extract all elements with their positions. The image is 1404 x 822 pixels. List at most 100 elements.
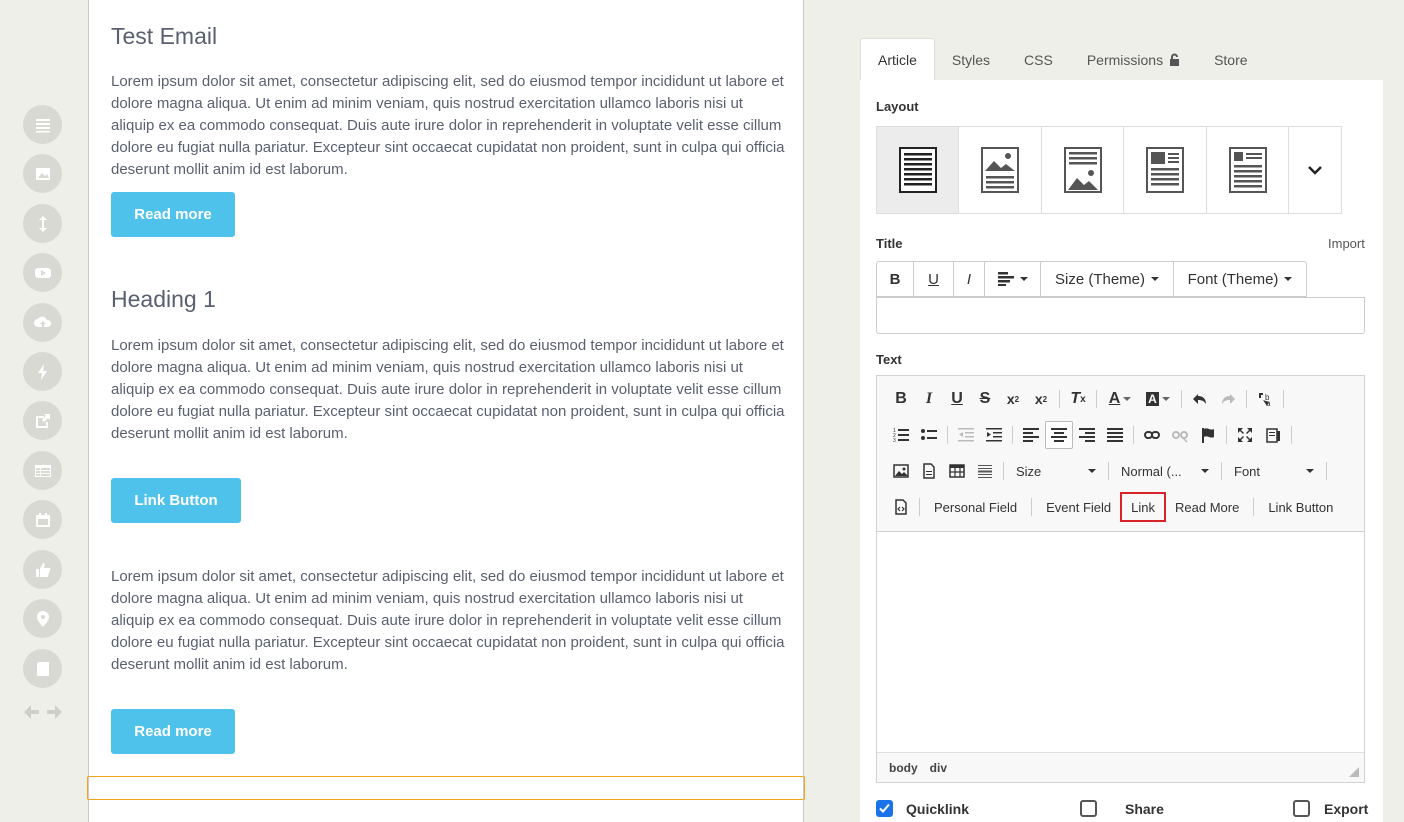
personal-field-button[interactable]: Personal Field xyxy=(924,493,1027,521)
toolbar-separator xyxy=(1031,498,1033,516)
unlink-icon[interactable] xyxy=(1166,421,1194,449)
calendar-icon[interactable] xyxy=(23,500,62,539)
import-link[interactable]: Import xyxy=(1328,236,1365,251)
source-code-icon[interactable] xyxy=(887,493,915,521)
bullet-list-icon[interactable] xyxy=(915,421,943,449)
event-field-button[interactable]: Event Field xyxy=(1036,493,1121,521)
image-icon[interactable] xyxy=(887,457,915,485)
anchor-flag-icon[interactable] xyxy=(1194,421,1222,449)
layout-image-right[interactable] xyxy=(1207,127,1290,213)
drop-zone[interactable] xyxy=(87,776,805,800)
align-right-icon[interactable] xyxy=(1073,421,1101,449)
tab-store[interactable]: Store xyxy=(1197,38,1264,81)
layout-image-left[interactable] xyxy=(1124,127,1207,213)
bold-button[interactable]: B xyxy=(877,262,914,296)
redo-icon[interactable] xyxy=(1214,385,1242,413)
size-dropdown[interactable]: Size (Theme) xyxy=(1041,262,1174,296)
size-combo[interactable]: Size xyxy=(1008,457,1104,485)
path-div[interactable]: div xyxy=(930,761,947,775)
read-more-button[interactable]: Read more xyxy=(111,192,235,237)
tab-label: CSS xyxy=(1024,51,1053,68)
video-icon[interactable] xyxy=(23,253,62,292)
editor-content-area[interactable] xyxy=(877,532,1364,752)
tab-label: Store xyxy=(1214,51,1248,68)
upload-icon[interactable] xyxy=(23,303,62,342)
align-dropdown[interactable] xyxy=(985,262,1041,296)
justify-icon[interactable] xyxy=(1101,421,1129,449)
body-paragraph[interactable]: Lorem ipsum dolor sit amet, consectetur … xyxy=(111,335,786,445)
outdent-icon[interactable] xyxy=(952,421,980,449)
tab-label: Article xyxy=(878,52,917,68)
align-center-icon[interactable] xyxy=(1045,421,1073,449)
align-left-icon[interactable] xyxy=(1017,421,1045,449)
thumbs-up-icon[interactable] xyxy=(23,550,62,589)
link-button-insert[interactable]: Link Button xyxy=(1258,493,1343,521)
strikethrough-icon[interactable]: S xyxy=(971,385,999,413)
share-checkbox[interactable] xyxy=(1080,800,1097,817)
subscript-icon[interactable]: x2 xyxy=(999,385,1027,413)
article-settings: Layout Title Import B U I Size (Theme) F… xyxy=(860,80,1383,822)
show-blocks-icon[interactable] xyxy=(1259,421,1287,449)
toolbar-separator xyxy=(1012,426,1013,444)
title-input[interactable] xyxy=(876,297,1365,334)
tab-article[interactable]: Article xyxy=(860,38,935,81)
link-button[interactable]: Link xyxy=(1120,492,1167,522)
superscript-icon[interactable]: x2 xyxy=(1027,385,1055,413)
caret-icon xyxy=(1201,469,1209,473)
underline-button[interactable]: U xyxy=(914,262,954,296)
tab-permissions[interactable]: Permissions xyxy=(1070,38,1197,81)
lightning-icon[interactable] xyxy=(23,352,62,391)
maximize-icon[interactable] xyxy=(1231,421,1259,449)
text-color-icon[interactable]: A xyxy=(1101,385,1139,413)
layout-more-button[interactable] xyxy=(1289,127,1341,213)
quicklink-checkbox[interactable] xyxy=(876,800,893,817)
indent-icon[interactable] xyxy=(980,421,1008,449)
layout-image-top[interactable] xyxy=(959,127,1042,213)
text-block-icon[interactable] xyxy=(23,105,62,144)
clear-format-icon[interactable]: Tx xyxy=(1064,385,1092,413)
export-checkbox[interactable] xyxy=(1293,800,1310,817)
read-more-button[interactable]: Read more xyxy=(111,709,235,754)
underline-icon[interactable]: U xyxy=(943,385,971,413)
link-button[interactable]: Link Button xyxy=(111,478,241,523)
format-combo[interactable]: Normal (... xyxy=(1113,457,1217,485)
font-combo-label: Font xyxy=(1234,463,1261,479)
italic-icon[interactable]: I xyxy=(915,385,943,413)
resize-arrows-icon[interactable] xyxy=(22,700,64,724)
tab-styles[interactable]: Styles xyxy=(935,38,1007,81)
location-pin-icon[interactable] xyxy=(23,599,62,638)
link-icon[interactable] xyxy=(1138,421,1166,449)
numbered-list-icon[interactable]: 123 xyxy=(887,421,915,449)
layout-image-bottom[interactable] xyxy=(1042,127,1125,213)
toolbar-separator xyxy=(1326,462,1327,480)
path-body[interactable]: body xyxy=(889,761,918,775)
section-heading[interactable]: Heading 1 xyxy=(111,286,216,313)
undo-icon[interactable] xyxy=(1186,385,1214,413)
document-icon[interactable] xyxy=(915,457,943,485)
font-dropdown[interactable]: Font (Theme) xyxy=(1174,262,1306,296)
read-more-button[interactable]: Read More xyxy=(1165,493,1249,521)
quicklink-label: Quicklink xyxy=(906,801,970,817)
font-combo[interactable]: Font xyxy=(1226,457,1322,485)
share-icon[interactable] xyxy=(23,401,62,440)
tab-css[interactable]: CSS xyxy=(1007,38,1070,81)
spacer-icon[interactable] xyxy=(23,204,62,243)
share-label: Share xyxy=(1125,801,1164,817)
image-block-icon[interactable] xyxy=(23,154,62,193)
italic-button[interactable]: I xyxy=(954,262,985,296)
table-icon[interactable] xyxy=(23,451,62,490)
bold-icon[interactable]: B xyxy=(887,385,915,413)
title-label: Title xyxy=(876,236,903,251)
background-color-icon[interactable]: A xyxy=(1139,385,1177,413)
align-left-icon xyxy=(997,272,1014,286)
body-paragraph[interactable]: Lorem ipsum dolor sit amet, consectetur … xyxy=(111,71,786,181)
resize-grip-icon[interactable] xyxy=(1349,767,1359,777)
email-title-heading[interactable]: Test Email xyxy=(111,23,217,50)
layout-text-only[interactable] xyxy=(877,127,960,213)
body-paragraph[interactable]: Lorem ipsum dolor sit amet, consectetur … xyxy=(111,566,786,676)
table-icon[interactable] xyxy=(943,457,971,485)
toolbar-separator xyxy=(919,498,920,516)
horizontal-rule-icon[interactable] xyxy=(971,457,999,485)
find-replace-icon[interactable]: ba xyxy=(1251,385,1279,413)
book-icon[interactable] xyxy=(23,649,62,688)
